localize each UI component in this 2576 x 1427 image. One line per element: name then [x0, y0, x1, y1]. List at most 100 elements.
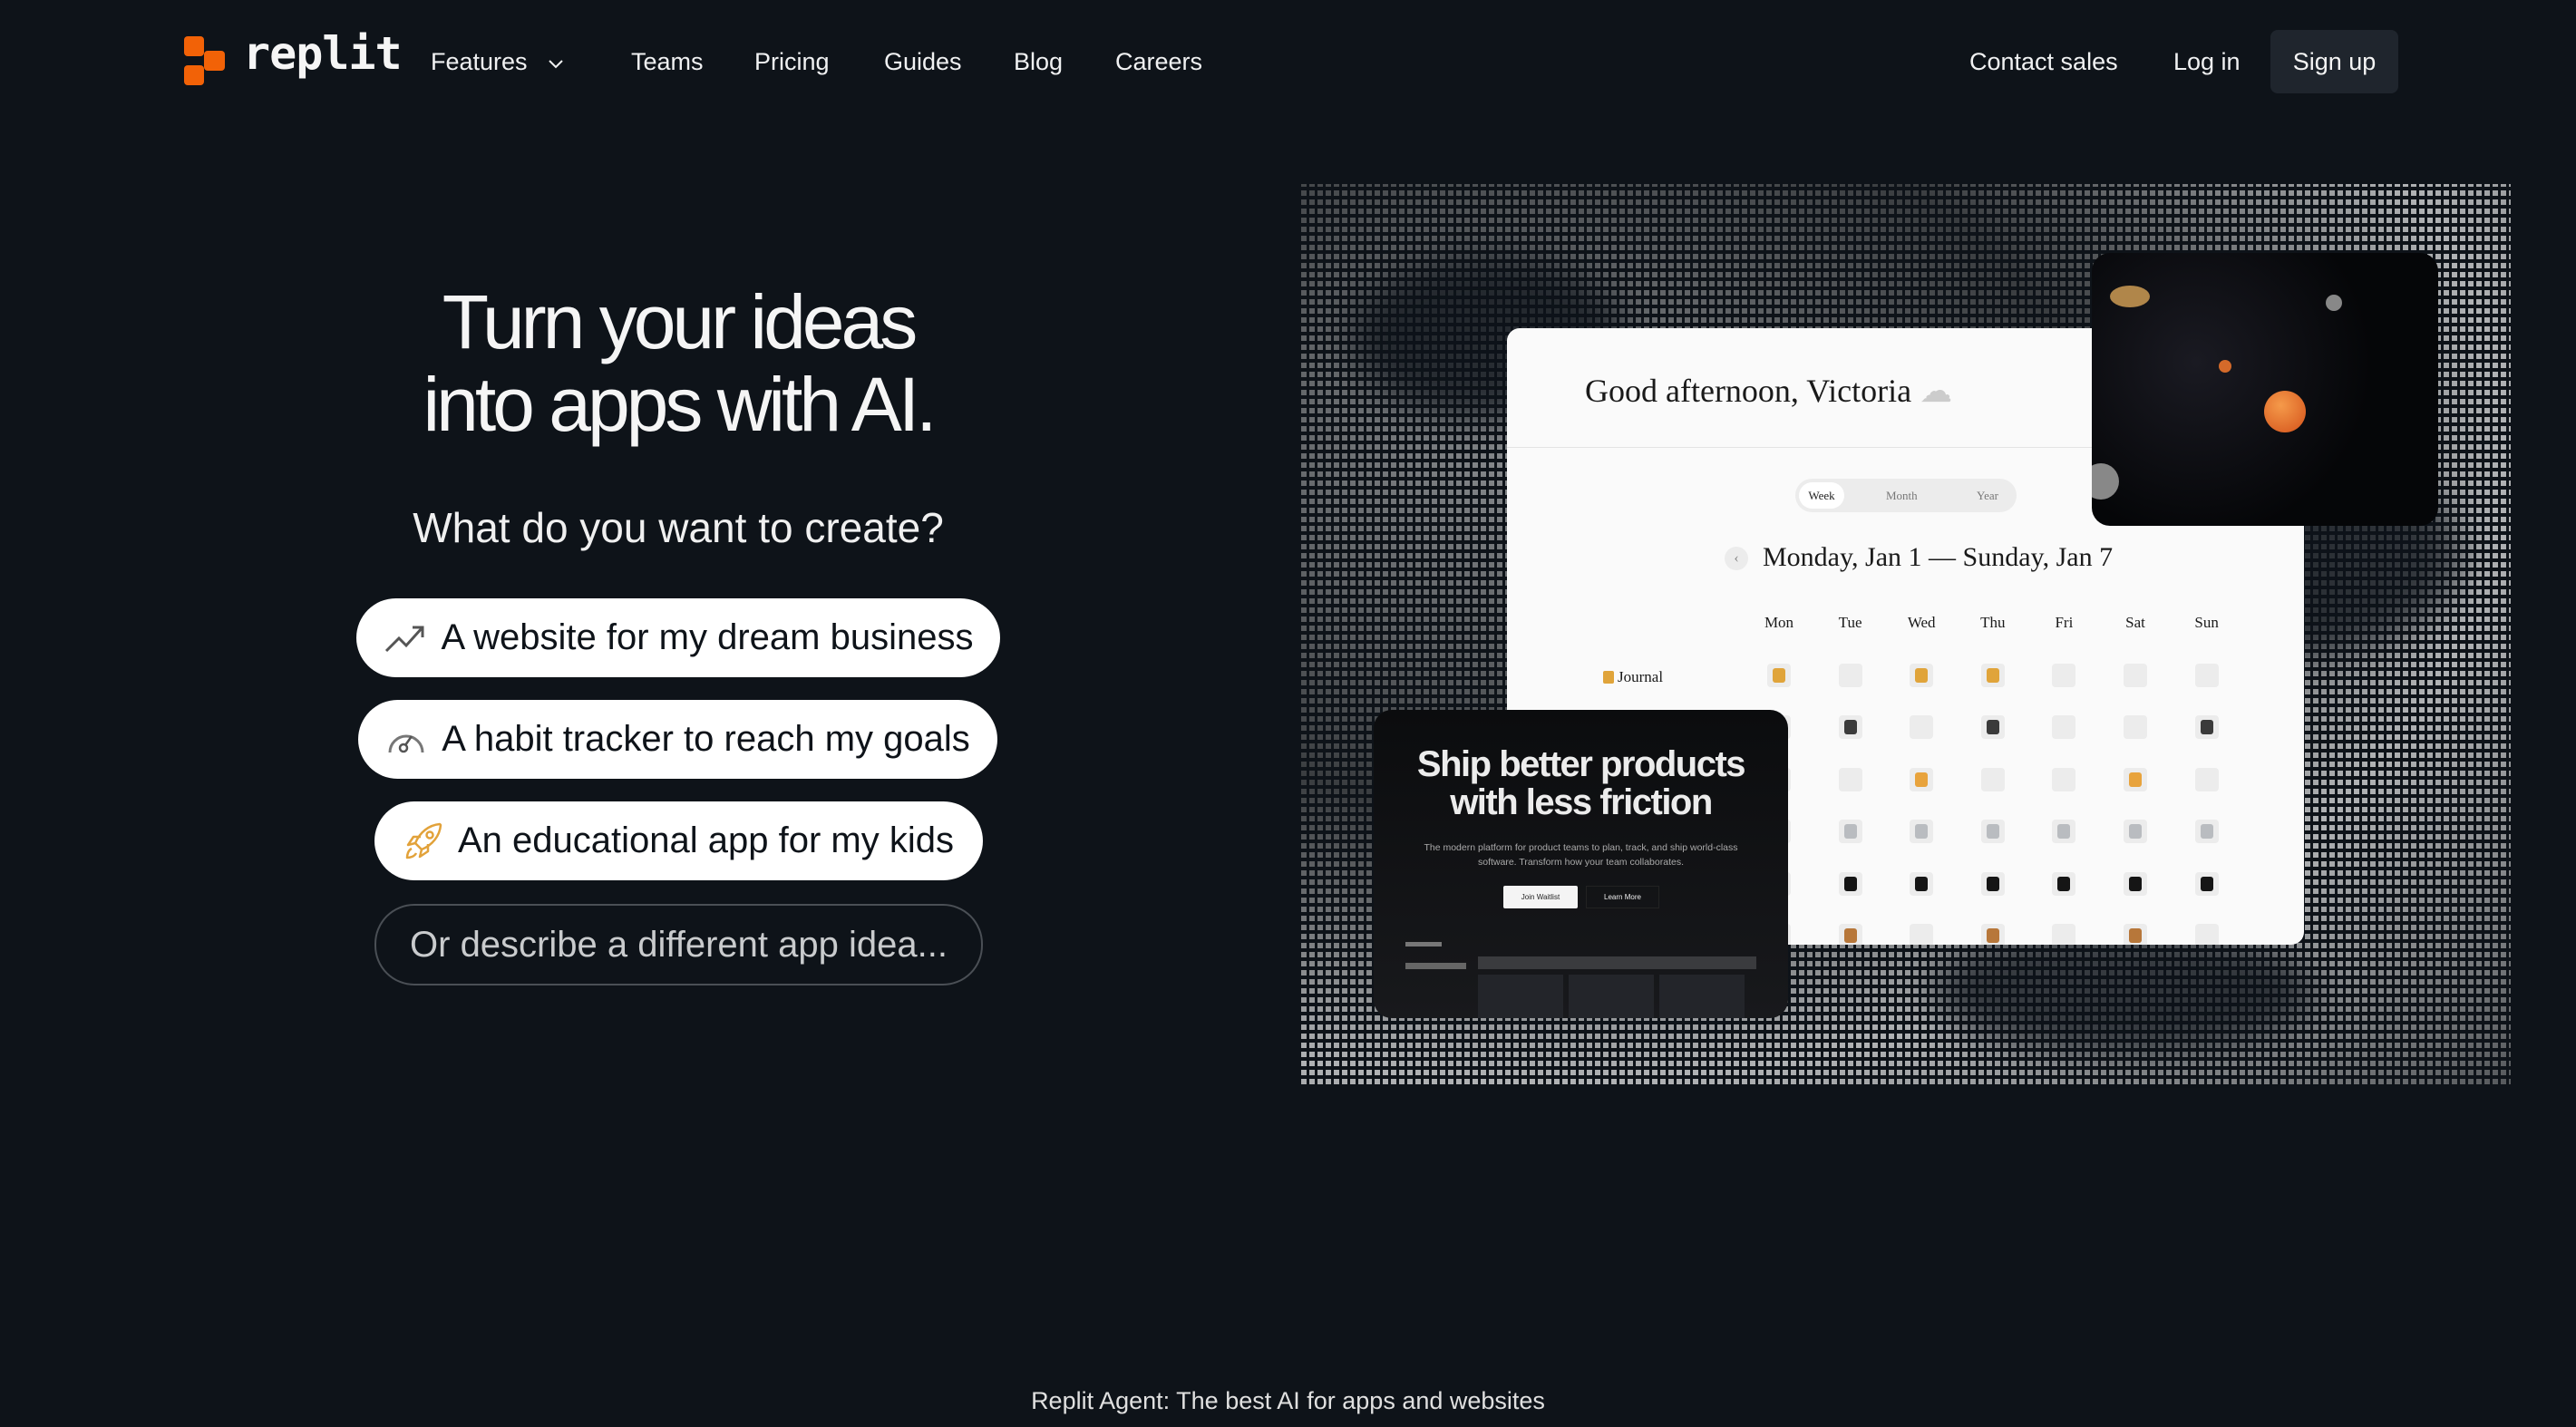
learn-more-button[interactable]: Learn More: [1586, 886, 1659, 908]
chevron-down-icon: [549, 60, 563, 69]
preview-headline-2: with less friction: [1450, 782, 1713, 822]
prompt-habit-button[interactable]: A habit tracker to reach my goals: [358, 700, 997, 779]
habit-label: Journal: [1603, 668, 1663, 686]
water-drop-icon: [2200, 824, 2213, 840]
mock-bar: [1405, 942, 1442, 946]
footer-tagline: Replit Agent: The best AI for apps and w…: [1031, 1387, 1545, 1414]
habit-cell[interactable]: [2052, 924, 2076, 945]
day-header: Thu: [1980, 614, 2006, 631]
habit-cell[interactable]: [1980, 767, 2005, 791]
greeting: Good afternoon, Victoria ☁: [1585, 372, 1952, 410]
prompt-label: A website for my dream business: [441, 617, 974, 657]
weightlifter-icon: [2200, 720, 2213, 735]
habit-cell[interactable]: [1980, 871, 2005, 896]
black-cat-icon: [1915, 876, 1929, 891]
logo-mark-icon: [184, 36, 204, 56]
view-week-tab[interactable]: Week: [1799, 482, 1844, 509]
black-cat-icon: [2200, 876, 2213, 891]
habit-cell[interactable]: [2052, 715, 2076, 740]
habit-cell[interactable]: [1910, 715, 1934, 740]
greeting-text: Good afternoon, Victoria: [1585, 373, 1912, 409]
habit-label-text: Journal: [1618, 668, 1664, 685]
habit-cell[interactable]: [1767, 664, 1791, 687]
nav-teams[interactable]: Teams: [631, 44, 704, 80]
planet-mars: [2264, 391, 2306, 432]
habit-cell[interactable]: [2052, 871, 2076, 896]
nav-features-label: Features: [431, 48, 528, 75]
habit-cell[interactable]: [2194, 871, 2219, 896]
habit-cell[interactable]: [2194, 820, 2219, 844]
journal-icon: [1915, 668, 1929, 683]
logo-mark-icon: [184, 65, 204, 85]
moon: [2092, 463, 2119, 500]
habit-cell[interactable]: [1980, 924, 2005, 945]
prompt-website-button[interactable]: A website for my dream business: [356, 598, 1000, 677]
habit-cell[interactable]: [1838, 664, 1862, 687]
logo-mark-icon: [204, 51, 225, 71]
habit-cell[interactable]: [2124, 924, 2147, 945]
app-idea-input[interactable]: Or describe a different app idea...: [374, 904, 983, 985]
habit-cell[interactable]: [2194, 767, 2219, 791]
day-header: Mon: [1764, 614, 1794, 631]
habit-cell[interactable]: [2124, 715, 2147, 740]
journal-icon: [1773, 668, 1785, 683]
nav-careers[interactable]: Careers: [1115, 44, 1202, 80]
sign-up-button[interactable]: Sign up: [2270, 30, 2398, 93]
water-drop-icon: [1843, 824, 1857, 840]
day-header: Fri: [2055, 614, 2074, 631]
habit-cell[interactable]: [2124, 871, 2147, 896]
join-waitlist-button[interactable]: Join Waitlist: [1503, 886, 1578, 908]
mock-bar: [1478, 956, 1756, 969]
habit-cell[interactable]: [1838, 767, 1862, 791]
planet-saturn: [2110, 286, 2150, 307]
habit-cell[interactable]: [2124, 767, 2147, 791]
habit-cell[interactable]: [1910, 871, 1934, 896]
contact-sales-link[interactable]: Contact sales: [1969, 44, 2118, 80]
habit-cell[interactable]: [2052, 820, 2076, 844]
preview-headline-1: Ship better products: [1416, 744, 1746, 784]
habit-cell[interactable]: [1910, 664, 1934, 687]
habit-cell[interactable]: [1910, 924, 1934, 945]
habit-cell[interactable]: [1980, 664, 2005, 687]
prompt-educational-button[interactable]: An educational app for my kids: [374, 801, 983, 880]
day-header: Sat: [2125, 614, 2145, 631]
water-drop-icon: [2129, 824, 2142, 840]
nav-blog[interactable]: Blog: [1014, 44, 1063, 80]
habit-cell[interactable]: [2194, 924, 2219, 945]
black-cat-icon: [2129, 876, 2142, 891]
habit-cell[interactable]: [1910, 820, 1934, 844]
habit-cell[interactable]: [1838, 820, 1862, 844]
weightlifter-icon: [1843, 720, 1857, 735]
landing-page-preview: Ship better products with less friction …: [1374, 710, 1788, 1018]
trending-up-icon: [384, 626, 424, 652]
habit-cell[interactable]: [2124, 820, 2147, 844]
habit-cell[interactable]: [2052, 664, 2076, 687]
weightlifter-icon: [1986, 720, 1999, 735]
gauge-icon: [388, 734, 424, 752]
habit-cell[interactable]: [2052, 767, 2076, 791]
journal-icon: [1986, 668, 1999, 683]
day-header: Wed: [1907, 614, 1936, 631]
water-drop-icon: [1915, 824, 1929, 840]
habit-cell[interactable]: [1910, 767, 1934, 791]
nav-guides[interactable]: Guides: [884, 44, 962, 80]
chevron-left-icon[interactable]: ‹: [1725, 547, 1748, 570]
black-cat-icon: [1986, 876, 1999, 891]
yoga-icon: [1915, 772, 1929, 787]
habit-cell[interactable]: [2124, 664, 2147, 687]
view-year-tab[interactable]: Year: [1977, 482, 1998, 509]
habit-cell[interactable]: [2194, 664, 2219, 687]
habit-cell[interactable]: [1980, 715, 2005, 740]
habit-cell[interactable]: [1838, 924, 1862, 945]
log-in-link[interactable]: Log in: [2173, 44, 2241, 80]
nav-pricing[interactable]: Pricing: [754, 44, 830, 80]
nav-features[interactable]: Features: [431, 44, 565, 80]
view-month-tab[interactable]: Month: [1886, 482, 1918, 509]
habit-cell[interactable]: [1838, 871, 1862, 896]
planet: [2219, 360, 2231, 373]
rocket-icon: [405, 822, 442, 859]
habit-cell[interactable]: [1838, 715, 1862, 740]
habit-cell[interactable]: [1980, 820, 2005, 844]
view-toggle[interactable]: Week Month Year: [1795, 479, 2017, 512]
habit-cell[interactable]: [2194, 715, 2219, 740]
